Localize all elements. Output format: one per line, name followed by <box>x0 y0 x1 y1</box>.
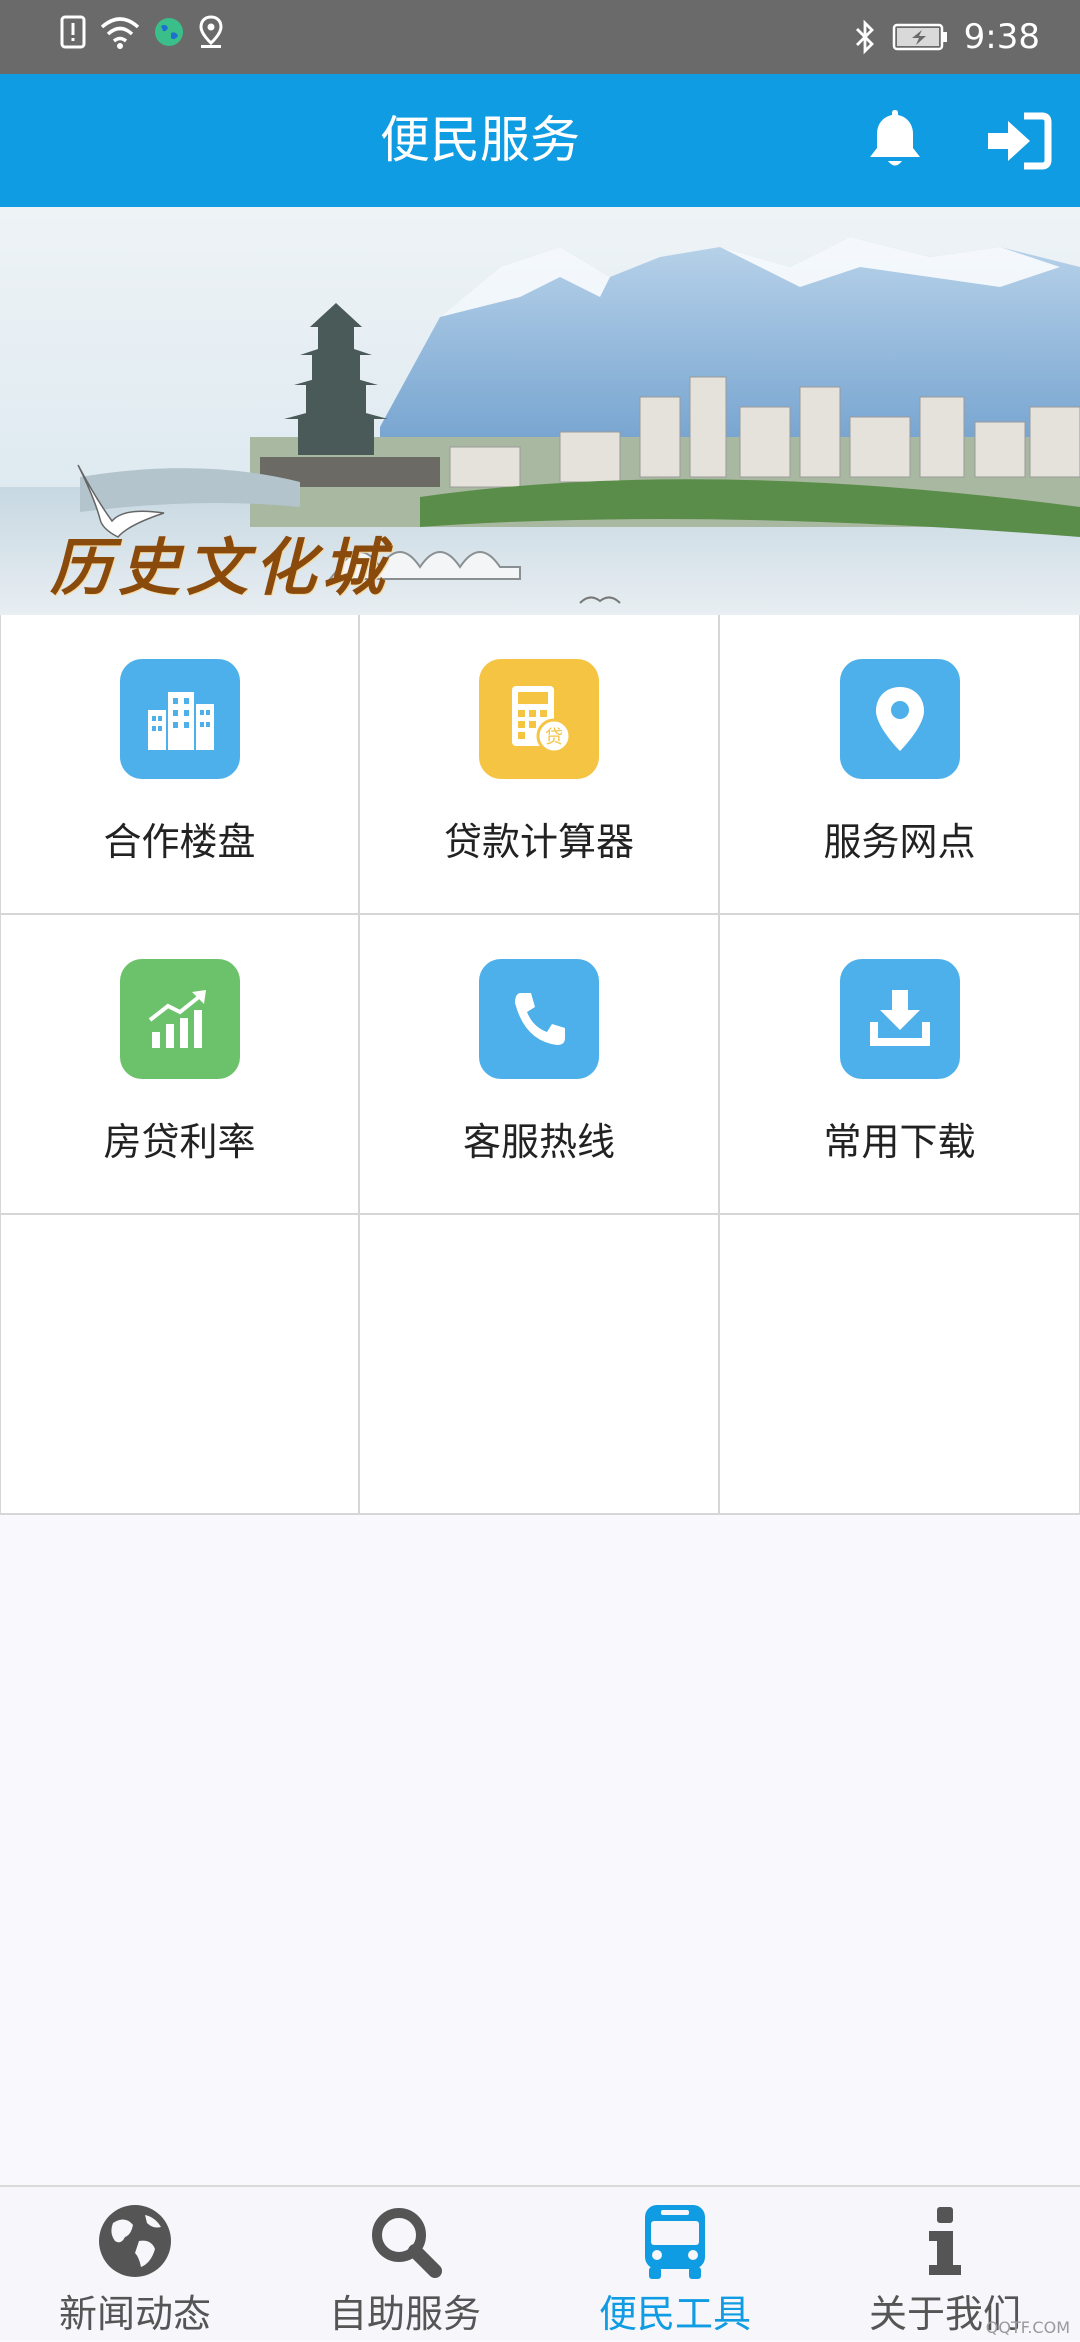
tool-label: 贷款计算器 <box>443 820 634 864</box>
tab-convenience-tools[interactable]: 便民工具 <box>540 2187 810 2342</box>
download-icon <box>839 959 960 1079</box>
tab-label: 自助服务 <box>328 2292 481 2336</box>
bus-icon <box>645 2205 705 2279</box>
buildings-icon <box>119 659 240 779</box>
info-icon <box>929 2207 961 2275</box>
tab-news[interactable]: 新闻动态 <box>0 2187 270 2342</box>
bell-icon[interactable] <box>860 104 930 174</box>
chart-growth-icon <box>119 959 240 1079</box>
battery-charging-icon <box>892 23 947 51</box>
tab-self-service[interactable]: 自助服务 <box>270 2187 540 2342</box>
tool-label: 服务网点 <box>823 820 976 864</box>
watermark: QQTF.COM <box>985 2318 1070 2337</box>
tool-service-outlets[interactable]: 服务网点 <box>720 615 1080 915</box>
bluetooth-icon <box>855 19 874 55</box>
wifi-icon <box>100 17 140 49</box>
tool-loan-calculator[interactable]: 贷 贷款计算器 <box>360 615 720 915</box>
calculator-icon: 贷 <box>479 659 599 779</box>
phone-icon <box>479 959 599 1079</box>
tool-label: 常用下载 <box>823 1120 976 1164</box>
status-bar: 9:38 <box>0 0 1080 74</box>
tab-label: 新闻动态 <box>58 2292 211 2336</box>
globe-icon <box>99 2205 171 2277</box>
tool-cooperative-buildings[interactable]: 合作楼盘 <box>0 615 360 915</box>
empty-cell <box>360 1215 720 1515</box>
tab-label: 便民工具 <box>598 2292 751 2336</box>
location-icon <box>199 15 223 48</box>
banner-image[interactable]: 历史文化城 <box>0 207 1080 615</box>
location-pin-icon <box>839 659 960 779</box>
tool-label: 合作楼盘 <box>103 820 256 864</box>
tool-service-hotline[interactable]: 客服热线 <box>360 915 720 1215</box>
tool-label: 客服热线 <box>462 1120 615 1164</box>
app-bar: 便民服务 <box>0 74 1080 207</box>
bottom-tab-bar: 新闻动态 自助服务 便民工具 关于我们 <box>0 2185 1080 2340</box>
tool-grid: 合作楼盘 贷 贷款计算器 服务网点 房贷利率 客服热线 常用下载 <box>0 615 1080 1515</box>
tool-common-downloads[interactable]: 常用下载 <box>720 915 1080 1215</box>
banner-caption: 历史文化城 <box>50 531 391 604</box>
loan-badge: 贷 <box>545 727 563 748</box>
app-globe-icon <box>155 18 183 46</box>
tool-mortgage-rates[interactable]: 房贷利率 <box>0 915 360 1215</box>
search-icon <box>372 2208 442 2278</box>
login-icon[interactable] <box>984 110 1054 172</box>
clock: 9:38 <box>963 17 1040 57</box>
empty-cell <box>0 1215 360 1515</box>
sim-alert-icon <box>60 15 86 49</box>
empty-cell <box>720 1215 1080 1515</box>
tool-label: 房贷利率 <box>103 1120 256 1164</box>
